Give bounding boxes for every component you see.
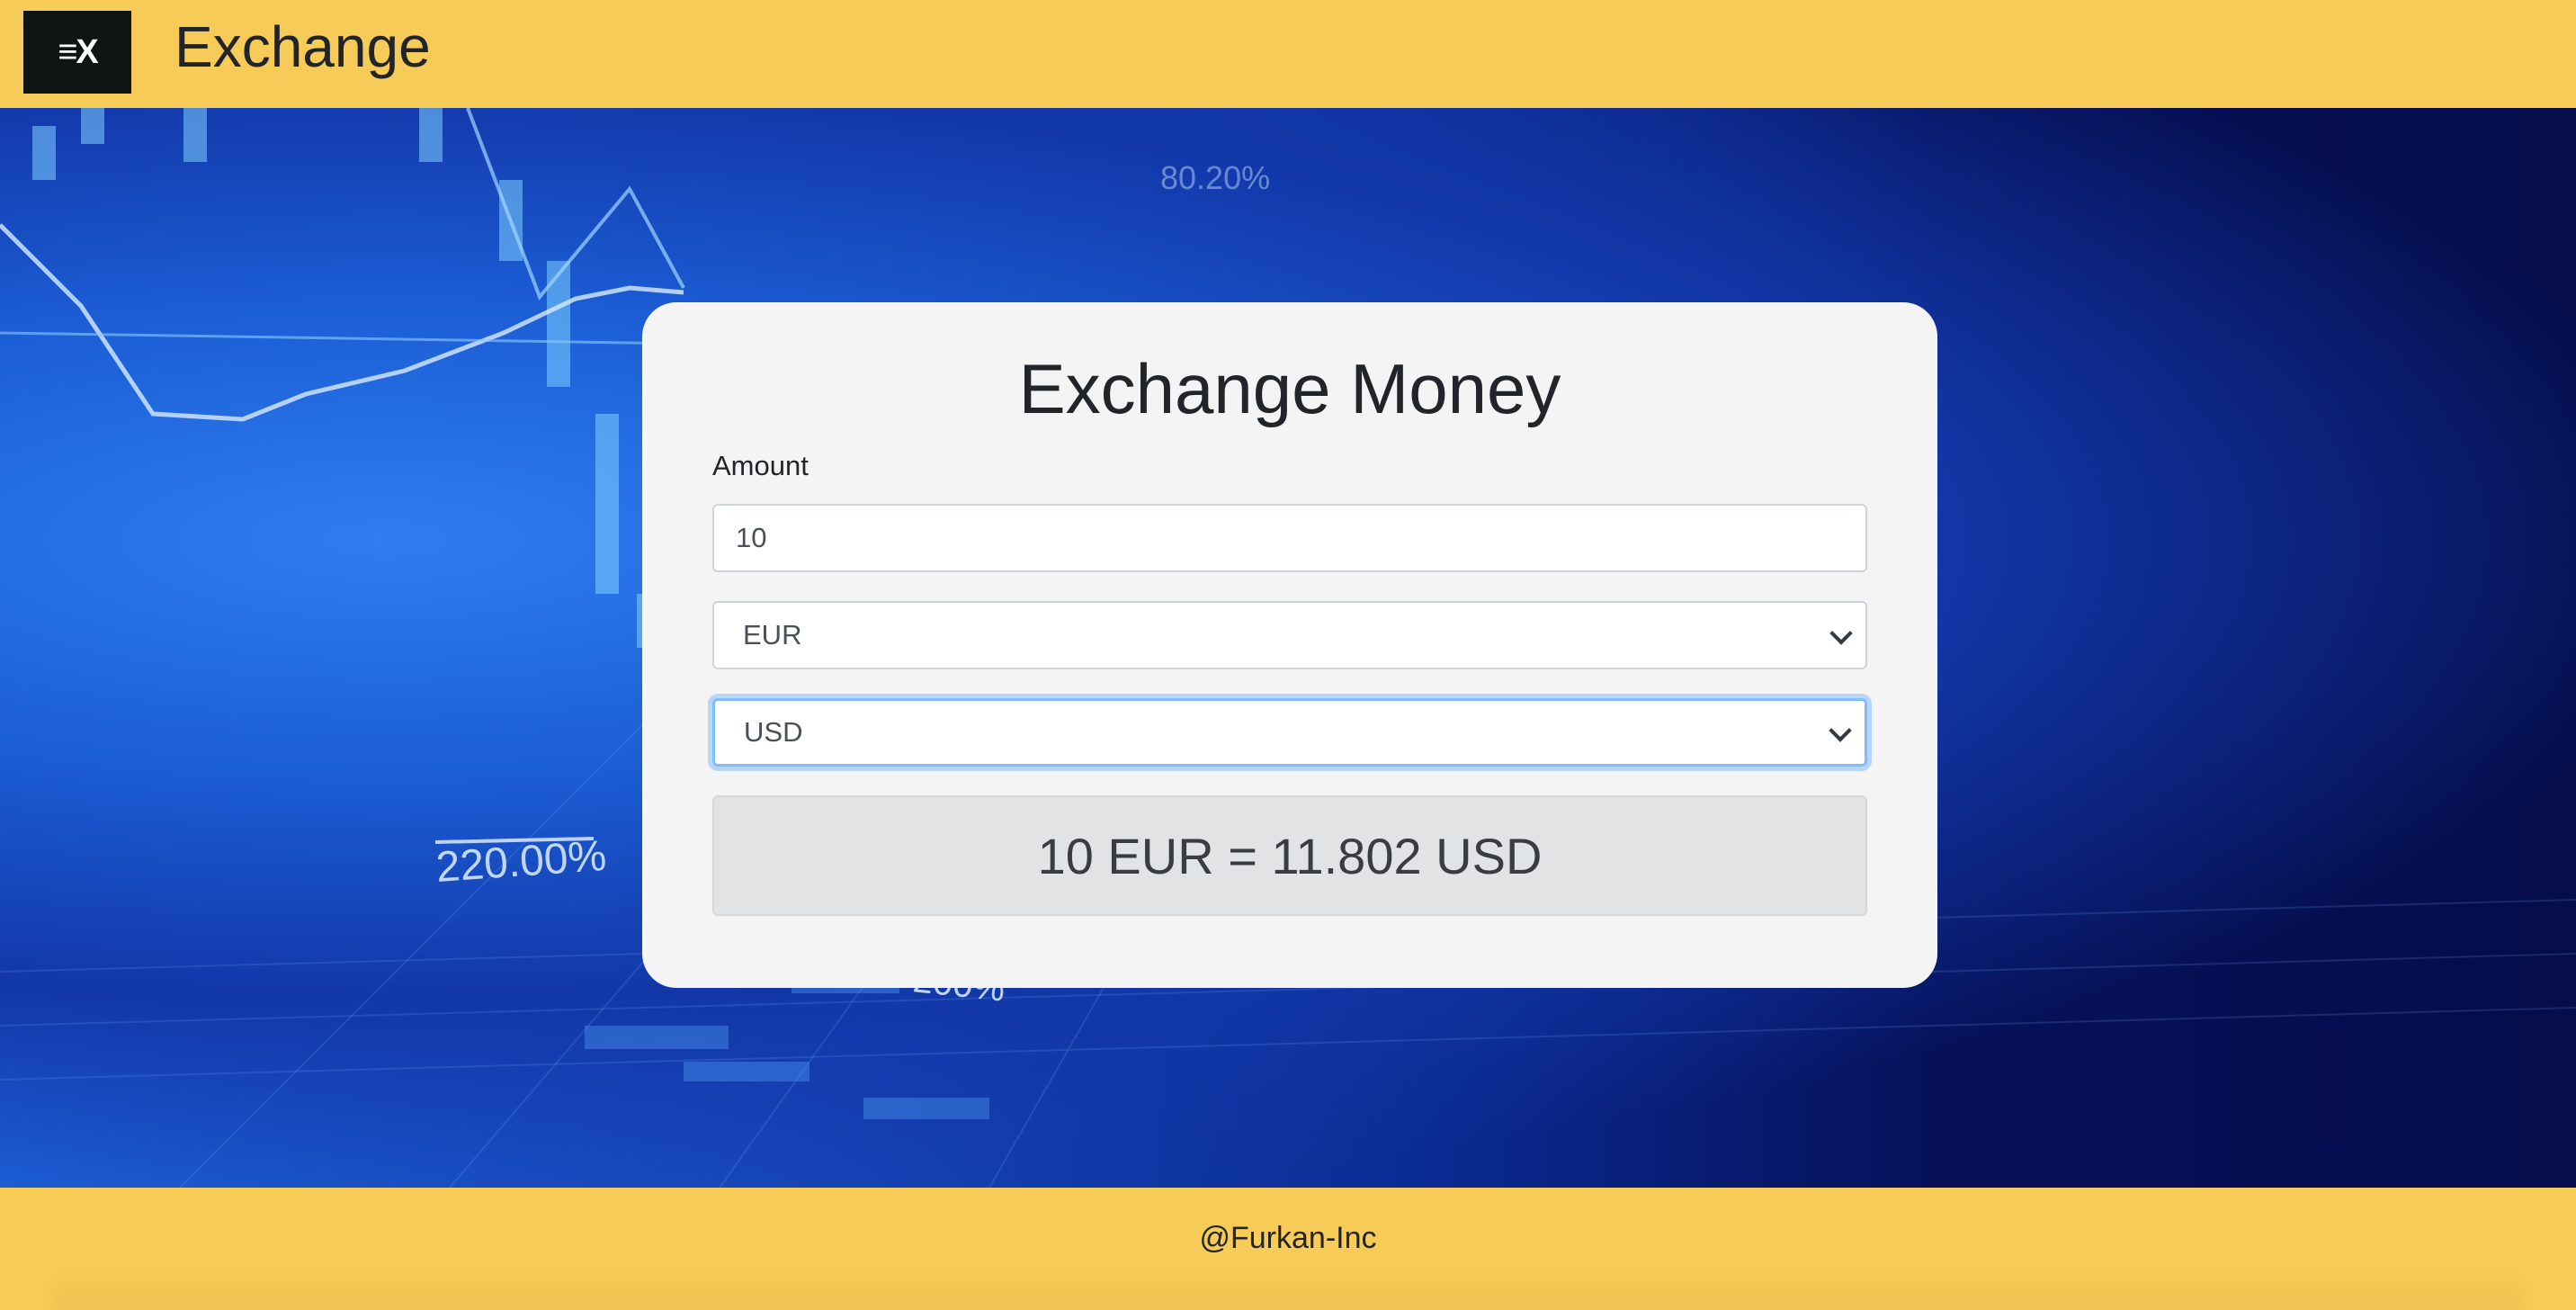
footer: @Furkan-Inc bbox=[0, 1188, 2576, 1310]
footer-credit: @Furkan-Inc bbox=[1199, 1221, 1377, 1255]
card-title: Exchange Money bbox=[1018, 349, 1561, 428]
conversion-result: 10 EUR = 11.802 USD bbox=[712, 795, 1867, 916]
chevron-down-icon bbox=[1829, 622, 1853, 645]
amount-label: Amount bbox=[712, 450, 809, 481]
exchange-logo-icon[interactable]: ≡X bbox=[23, 11, 131, 94]
from-currency-value: EUR bbox=[743, 619, 802, 651]
background-label-80: 80.20% bbox=[1160, 159, 1270, 196]
to-currency-value: USD bbox=[744, 716, 803, 748]
to-currency-select[interactable]: USD bbox=[712, 698, 1867, 767]
brand-title[interactable]: Exchange bbox=[174, 13, 431, 81]
exchange-card: Exchange Money Amount EUR USD 10 EUR = 1… bbox=[642, 302, 1937, 988]
hero-background: 220.00% 200% 80.20% Exchange Money Amoun… bbox=[0, 108, 2576, 1188]
footer-shadow bbox=[54, 1274, 2522, 1310]
from-currency-select[interactable]: EUR bbox=[712, 601, 1867, 669]
amount-input[interactable] bbox=[712, 504, 1867, 572]
top-navbar: ≡X Exchange bbox=[0, 0, 2576, 108]
chevron-down-icon bbox=[1829, 719, 1852, 742]
